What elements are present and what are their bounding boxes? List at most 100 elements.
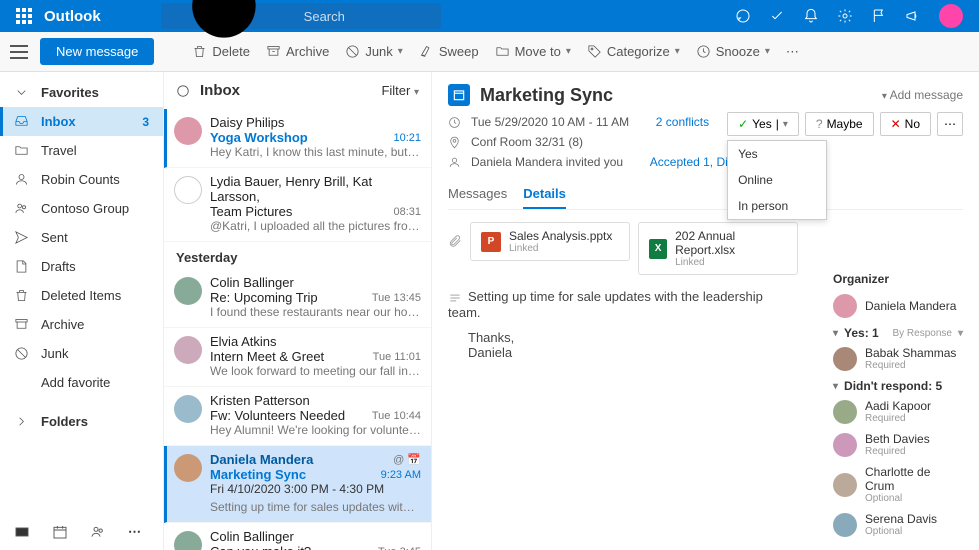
conflicts-link[interactable]: 2 conflicts (656, 115, 709, 129)
organizer-person[interactable]: Daniela Mandera (833, 294, 963, 318)
sidebar-robin[interactable]: Robin Counts (0, 165, 163, 194)
sidebar-addfav[interactable]: Add favorite (0, 368, 163, 397)
message-item[interactable]: Colin Ballinger Can you make it?Tue 3:45… (164, 523, 431, 550)
attachments: P Sales Analysis.pptxLinked X 202 Annual… (448, 222, 963, 275)
sweep-icon (419, 44, 434, 59)
topbar: Outlook (0, 0, 979, 32)
sidebar-favorites[interactable]: Favorites (0, 78, 163, 107)
msg-from: Daisy Philips (210, 115, 421, 130)
moveto-button[interactable]: Move to▾ (495, 44, 571, 59)
send-icon (14, 230, 29, 245)
msg-subject: Team Pictures (210, 204, 292, 219)
archive-button[interactable]: Archive (266, 44, 329, 59)
xlsx-icon: X (649, 239, 667, 259)
msg-preview: I found these restaurants near our hotel… (210, 305, 421, 319)
bell-icon[interactable] (803, 8, 819, 24)
rsvp-menu-inperson[interactable]: In person (728, 193, 826, 219)
msg-time: Tue 11:01 (373, 351, 421, 363)
search-input[interactable] (304, 9, 431, 24)
junk-button[interactable]: Junk▾ (345, 44, 403, 59)
sidebar-drafts[interactable]: Drafts (0, 252, 163, 281)
search-box[interactable] (161, 3, 441, 29)
organizer-panel: Organizer Daniela Mandera ▾Yes: 1By Resp… (833, 272, 963, 545)
filter-button[interactable]: Filter ▾ (381, 83, 419, 98)
message-item[interactable]: Lydia Bauer, Henry Brill, Kat Larsson, T… (164, 168, 431, 242)
msg-preview: Hey Katri, I know this last minute, but … (210, 145, 421, 159)
rsvp-menu-online[interactable]: Online (728, 167, 826, 193)
attendee[interactable]: Babak ShammasRequired (833, 346, 963, 371)
calendar-icon[interactable] (52, 524, 68, 540)
tab-details[interactable]: Details (523, 186, 566, 209)
attendee[interactable]: Aadi KapoorRequired (833, 399, 963, 424)
delete-button[interactable]: Delete (192, 44, 250, 59)
menu-icon[interactable] (10, 45, 28, 59)
message-item[interactable]: Daisy Philips Yoga Workshop10:21 Hey Kat… (164, 109, 431, 168)
rsvp-menu-yes[interactable]: Yes (728, 141, 826, 167)
chat-icon[interactable] (735, 8, 751, 24)
message-item[interactable]: Colin Ballinger Re: Upcoming TripTue 13:… (164, 269, 431, 328)
reading-body: Setting up time for sale updates with th… (448, 289, 788, 360)
msg-time: 9:23 AM (381, 469, 421, 481)
attachment-xlsx[interactable]: X 202 Annual Report.xlsxLinked (638, 222, 798, 275)
rsvp-yes-menu: Yes Online In person (727, 140, 827, 220)
sidebar-archive[interactable]: Archive (0, 310, 163, 339)
megaphone-icon[interactable] (905, 8, 921, 24)
flag-icon[interactable] (871, 8, 887, 24)
msg-subject: Re: Upcoming Trip (210, 290, 318, 305)
group-icon (14, 201, 29, 216)
search-icon (171, 0, 298, 80)
avatar (174, 336, 202, 364)
rsvp-maybe-button[interactable]: ?Maybe (805, 112, 874, 136)
message-list: Inbox Filter ▾ Daisy Philips Yoga Worksh… (164, 72, 432, 550)
yes-section[interactable]: ▾Yes: 1By Response ▾ (833, 326, 963, 340)
gear-icon[interactable] (837, 8, 853, 24)
message-item-selected[interactable]: Daniela Mandera@ 📅 Marketing Sync9:23 AM… (164, 446, 431, 523)
rsvp-yes-button[interactable]: ✓Yes | ▾ (727, 112, 799, 136)
msg-preview: Setting up time for sales updates with t… (210, 500, 421, 514)
sidebar-folders[interactable]: Folders (0, 407, 163, 436)
msg-preview: @Katri, I uploaded all the pictures from… (210, 219, 421, 233)
draft-icon (14, 259, 29, 274)
attachment-pptx[interactable]: P Sales Analysis.pptxLinked (470, 222, 630, 261)
attendee[interactable]: Serena DavisOptional (833, 512, 963, 537)
msg-subject: Yoga Workshop (210, 130, 308, 145)
msg-subject: Marketing Sync (210, 467, 306, 482)
toolbar: New message Delete Archive Junk▾ Sweep M… (0, 32, 979, 72)
rsvp-no-button[interactable]: ✕No (880, 112, 931, 136)
attendee[interactable]: Beth DaviesRequired (833, 432, 963, 457)
attendee[interactable]: Charlotte de CrumOptional (833, 465, 963, 504)
msg-subject: Intern Meet & Greet (210, 349, 324, 364)
new-message-button[interactable]: New message (40, 38, 154, 65)
tab-messages[interactable]: Messages (448, 186, 507, 209)
more-icon[interactable]: ⋯ (128, 524, 141, 540)
sidebar-deleted[interactable]: Deleted Items (0, 281, 163, 310)
app-launcher-icon[interactable] (16, 8, 32, 24)
sidebar-junk[interactable]: Junk (0, 339, 163, 368)
avatar (174, 176, 202, 204)
trash-icon (14, 288, 29, 303)
noresponse-section[interactable]: ▾Didn't respond: 5 (833, 379, 963, 393)
categorize-button[interactable]: Categorize▾ (587, 44, 680, 59)
mail-icon[interactable] (14, 524, 30, 540)
snooze-button[interactable]: Snooze▾ (696, 44, 770, 59)
avatar (174, 531, 202, 550)
sidebar-contoso[interactable]: Contoso Group (0, 194, 163, 223)
message-item[interactable]: Elvia Atkins Intern Meet & GreetTue 11:0… (164, 328, 431, 387)
add-message-button[interactable]: ▾ Add message (882, 88, 963, 102)
sidebar-inbox[interactable]: Inbox3 (0, 107, 163, 136)
msg-subject: Can you make it? (210, 544, 311, 550)
sweep-button[interactable]: Sweep (419, 44, 479, 59)
rsvp-more-button[interactable]: ⋯ (937, 112, 963, 136)
msg-preview: Hey Alumni! We're looking for volunteers… (210, 423, 421, 437)
task-icon[interactable] (769, 8, 785, 24)
people-icon[interactable] (90, 524, 106, 540)
more-button[interactable]: ⋯ (786, 44, 799, 60)
user-avatar[interactable] (939, 4, 963, 28)
msg-when: Fri 4/10/2020 3:00 PM - 4:30 PM (210, 482, 421, 496)
msg-from: Kristen Patterson (210, 393, 421, 408)
sidebar-sent[interactable]: Sent (0, 223, 163, 252)
select-all-icon[interactable] (176, 84, 190, 98)
avatar (174, 117, 202, 145)
sidebar-travel[interactable]: Travel (0, 136, 163, 165)
message-item[interactable]: Kristen Patterson Fw: Volunteers NeededT… (164, 387, 431, 446)
